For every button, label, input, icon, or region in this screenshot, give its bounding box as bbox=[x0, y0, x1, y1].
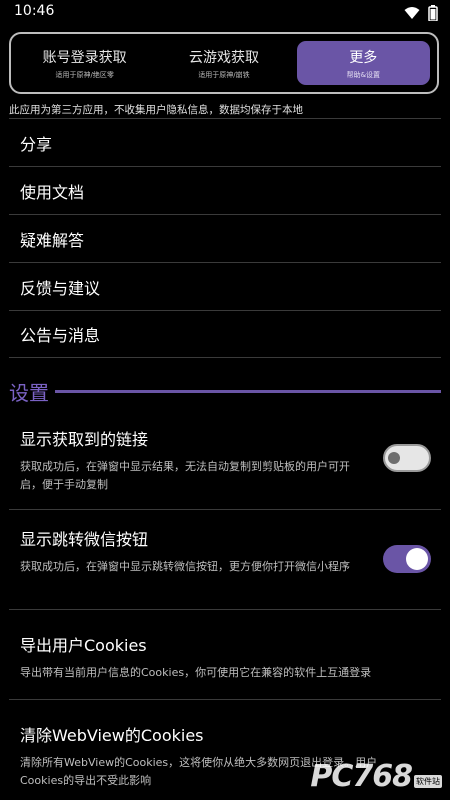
menu-item-docs[interactable]: 使用文档 bbox=[9, 166, 441, 214]
settings-title: 设置 bbox=[9, 380, 49, 405]
setting-desc: 获取成功后，在弹窗中显示结果，无法自动复制到剪贴板的用户可开启，便于手动复制 bbox=[20, 460, 350, 491]
status-time: 10:46 bbox=[14, 3, 55, 19]
setting-title: 清除WebView的Cookies bbox=[20, 726, 204, 745]
tab-cloud-game[interactable]: 云游戏获取 适用于原神/崩铁 bbox=[157, 41, 290, 85]
setting-show-link[interactable]: 显示获取到的链接 获取成功后，在弹窗中显示结果，无法自动复制到剪贴板的用户可开启… bbox=[9, 414, 441, 510]
mode-tabs: 账号登录获取 适用于原神/绝区零 云游戏获取 适用于原神/崩铁 更多 帮助&设置 bbox=[9, 32, 439, 94]
more-menu: 分享 使用文档 疑难解答 反馈与建议 公告与消息 bbox=[9, 118, 441, 358]
show-link-toggle[interactable] bbox=[383, 444, 431, 472]
toggle-knob bbox=[406, 548, 428, 570]
battery-icon bbox=[428, 5, 438, 21]
setting-title: 导出用户Cookies bbox=[20, 636, 147, 655]
setting-desc: 导出带有当前用户信息的Cookies，你可使用它在兼容的软件上互通登录 bbox=[20, 666, 372, 679]
show-wechat-toggle[interactable] bbox=[383, 545, 431, 573]
menu-item-troubleshooting[interactable]: 疑难解答 bbox=[9, 214, 441, 262]
status-bar: 10:46 bbox=[0, 0, 450, 26]
menu-item-feedback[interactable]: 反馈与建议 bbox=[9, 262, 441, 310]
setting-title: 显示跳转微信按钮 bbox=[20, 530, 149, 549]
tab-more[interactable]: 更多 帮助&设置 bbox=[296, 41, 430, 85]
toggle-knob bbox=[388, 452, 400, 464]
setting-desc: 获取成功后，在弹窗中显示跳转微信按钮，更方便你打开微信小程序 bbox=[20, 560, 350, 573]
privacy-notice: 此应用为第三方应用，不收集用户隐私信息，数据均保存于本地 bbox=[9, 104, 303, 116]
setting-export-cookies[interactable]: 导出用户Cookies 导出带有当前用户信息的Cookies，你可使用它在兼容的… bbox=[9, 610, 441, 700]
setting-title: 显示获取到的链接 bbox=[20, 430, 149, 449]
tab-title: 云游戏获取 bbox=[188, 49, 259, 66]
tab-account-login[interactable]: 账号登录获取 适用于原神/绝区零 bbox=[18, 41, 151, 85]
settings-header: 设置 bbox=[9, 377, 441, 405]
tab-title: 更多 bbox=[349, 49, 378, 66]
tab-title: 账号登录获取 bbox=[42, 49, 127, 66]
menu-item-announcements[interactable]: 公告与消息 bbox=[9, 310, 441, 358]
watermark-badge: 软件站 bbox=[414, 775, 442, 788]
wifi-icon bbox=[404, 7, 420, 19]
tab-subtitle: 适用于原神/绝区零 bbox=[55, 70, 114, 79]
watermark-logo: PC768 bbox=[310, 759, 413, 794]
setting-show-wechat-button[interactable]: 显示跳转微信按钮 获取成功后，在弹窗中显示跳转微信按钮，更方便你打开微信小程序 bbox=[9, 510, 441, 610]
settings-divider bbox=[55, 389, 441, 393]
tab-subtitle: 帮助&设置 bbox=[346, 70, 381, 79]
tab-subtitle: 适用于原神/崩铁 bbox=[198, 70, 250, 79]
menu-item-share[interactable]: 分享 bbox=[9, 118, 441, 166]
pc768-watermark: PC768 软件站 bbox=[310, 759, 442, 794]
